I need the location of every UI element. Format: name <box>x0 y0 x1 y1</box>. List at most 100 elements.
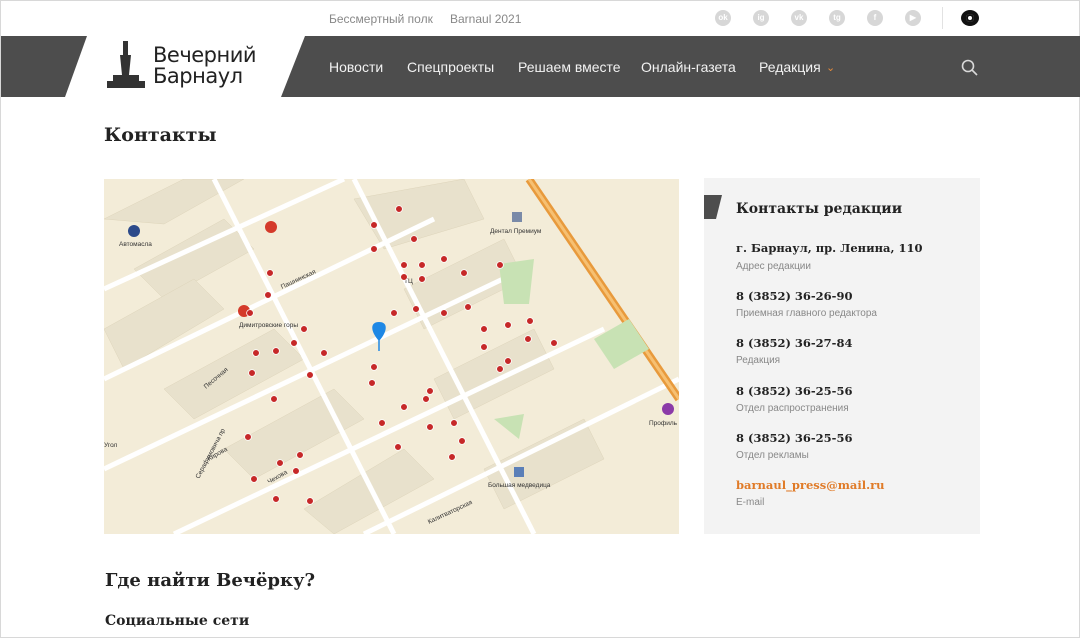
newsstand-marker-icon[interactable] <box>370 221 378 229</box>
newsstand-marker-icon[interactable] <box>270 395 278 403</box>
contact-address-label: Адрес редакции <box>736 261 811 272</box>
newsstand-marker-icon[interactable] <box>266 269 274 277</box>
contact-phone-ads[interactable]: 8 (3852) 36-25-56 <box>736 431 852 445</box>
newsstand-marker-icon[interactable] <box>290 339 298 347</box>
social-networks-heading: Социальные сети <box>105 613 250 629</box>
map-label-profile: Профиль <box>649 420 678 427</box>
newsstand-marker-icon[interactable] <box>418 261 426 269</box>
map-label-automasla: Автомасла <box>119 241 152 248</box>
newsstand-marker-icon[interactable] <box>458 437 466 445</box>
newsstand-marker-icon[interactable] <box>480 343 488 351</box>
newsstand-marker-icon[interactable] <box>296 451 304 459</box>
contact-phone-editorial[interactable]: 8 (3852) 36-27-84 <box>736 336 852 350</box>
newsstand-marker-icon[interactable] <box>264 291 272 299</box>
newsstand-marker-icon[interactable] <box>246 309 254 317</box>
newsstand-marker-icon[interactable] <box>504 321 512 329</box>
youtube-icon[interactable]: ▶ <box>905 10 921 26</box>
newsstand-marker-icon[interactable] <box>526 317 534 325</box>
poi-dental-icon[interactable] <box>512 212 522 222</box>
contacts-title: Контакты редакции <box>736 201 903 217</box>
vk-icon[interactable]: vk <box>791 10 807 26</box>
map-label-dental: Дентал Премиум <box>490 228 542 235</box>
contact-phone-reception-label: Приемная главного редактора <box>736 308 877 319</box>
newsstand-marker-icon[interactable] <box>450 419 458 427</box>
newsstand-marker-icon[interactable] <box>378 419 386 427</box>
newsstand-marker-icon[interactable] <box>464 303 472 311</box>
instagram-icon[interactable]: ig <box>753 10 769 26</box>
newsstand-marker-icon[interactable] <box>504 357 512 365</box>
newsstand-marker-icon[interactable] <box>400 273 408 281</box>
newsstand-marker-icon[interactable] <box>395 205 403 213</box>
contact-email-label: E-mail <box>736 497 765 508</box>
divider <box>942 7 943 29</box>
newsstand-marker-icon[interactable] <box>550 339 558 347</box>
map-label-dimitrov: Димитровские горы <box>239 322 298 329</box>
newsstand-marker-icon[interactable] <box>306 371 314 379</box>
newsstand-marker-icon[interactable] <box>292 467 300 475</box>
newsstand-marker-icon[interactable] <box>320 349 328 357</box>
newsstand-marker-icon[interactable] <box>480 325 488 333</box>
newsstand-marker-icon[interactable] <box>426 423 434 431</box>
newsstand-marker-icon[interactable] <box>400 261 408 269</box>
contact-phone-ads-label: Отдел рекламы <box>736 450 809 461</box>
contact-phone-distribution-label: Отдел распространения <box>736 403 849 414</box>
poi-medic-icon[interactable] <box>514 467 524 477</box>
newsstand-marker-icon[interactable] <box>496 365 504 373</box>
newsstand-marker-icon[interactable] <box>426 387 434 395</box>
contact-phone-reception[interactable]: 8 (3852) 36-26-90 <box>736 289 852 303</box>
newsstand-marker-icon[interactable] <box>460 269 468 277</box>
newsstand-marker-icon[interactable] <box>448 453 456 461</box>
logo[interactable]: Вечерний Барнаул <box>153 43 257 88</box>
newsstand-marker-icon[interactable] <box>412 305 420 313</box>
newsstand-marker-icon[interactable] <box>244 433 252 441</box>
newsstand-marker-icon[interactable] <box>248 369 256 377</box>
newsstand-marker-icon[interactable] <box>440 309 448 317</box>
newsstand-marker-icon[interactable] <box>394 443 402 451</box>
newsstand-marker-icon[interactable] <box>410 235 418 243</box>
nav-special-projects[interactable]: Спецпроекты <box>407 59 494 75</box>
logo-monument-icon[interactable] <box>105 41 149 91</box>
nav-online-newspaper[interactable]: Онлайн-газета <box>641 59 736 75</box>
map-canvas[interactable]: Автомасла Димитровские горы Дентал Преми… <box>104 179 679 534</box>
link-immortal-regiment[interactable]: Бессмертный полк <box>329 12 433 26</box>
contact-email-link[interactable]: barnaul_press@mail.ru <box>736 478 885 492</box>
newsstand-marker-icon[interactable] <box>496 261 504 269</box>
newsstand-marker-icon[interactable] <box>370 245 378 253</box>
newsstand-marker-icon[interactable] <box>418 275 426 283</box>
logo-line-2: Барнаул <box>153 64 243 88</box>
newsstand-marker-icon[interactable] <box>276 459 284 467</box>
contact-phone-editorial-label: Редакция <box>736 355 781 366</box>
newsstand-marker-icon[interactable] <box>306 497 314 505</box>
chevron-down-icon[interactable]: ⌄ <box>826 61 835 74</box>
newsstand-marker-icon[interactable] <box>272 347 280 355</box>
page-title: Контакты <box>104 124 217 146</box>
search-icon[interactable] <box>961 59 978 76</box>
odnoklassniki-icon[interactable]: ok <box>715 10 731 26</box>
nav-news[interactable]: Новости <box>329 59 383 75</box>
newsstand-marker-icon[interactable] <box>390 309 398 317</box>
newsstand-marker-icon[interactable] <box>524 335 532 343</box>
map-label-ugol: Угол <box>104 442 118 449</box>
nav-editorial[interactable]: Редакция <box>759 59 821 75</box>
map-label-medic: Большая медведица <box>488 482 551 489</box>
poi-automasla-icon[interactable] <box>128 225 140 237</box>
nav-solve-together[interactable]: Решаем вместе <box>518 59 621 75</box>
metro-icon[interactable] <box>265 221 277 233</box>
newsstand-marker-icon[interactable] <box>400 403 408 411</box>
newsstand-marker-icon[interactable] <box>440 255 448 263</box>
newsstand-marker-icon[interactable] <box>370 363 378 371</box>
map[interactable]: Автомасла Димитровские горы Дентал Преми… <box>104 179 679 534</box>
newsstand-marker-icon[interactable] <box>250 475 258 483</box>
newsstand-marker-icon[interactable] <box>272 495 280 503</box>
newsstand-marker-icon[interactable] <box>368 379 376 387</box>
newsstand-marker-icon[interactable] <box>252 349 260 357</box>
contact-phone-distribution[interactable]: 8 (3852) 36-25-56 <box>736 384 852 398</box>
logo-line-1: Вечерний <box>153 43 257 67</box>
facebook-icon[interactable]: f <box>867 10 883 26</box>
telegram-icon[interactable]: tg <box>829 10 845 26</box>
newsstand-marker-icon[interactable] <box>422 395 430 403</box>
eye-icon[interactable] <box>961 10 979 26</box>
link-barnaul-2021[interactable]: Barnaul 2021 <box>450 12 521 26</box>
newsstand-marker-icon[interactable] <box>300 325 308 333</box>
poi-profile-icon[interactable] <box>662 403 674 415</box>
